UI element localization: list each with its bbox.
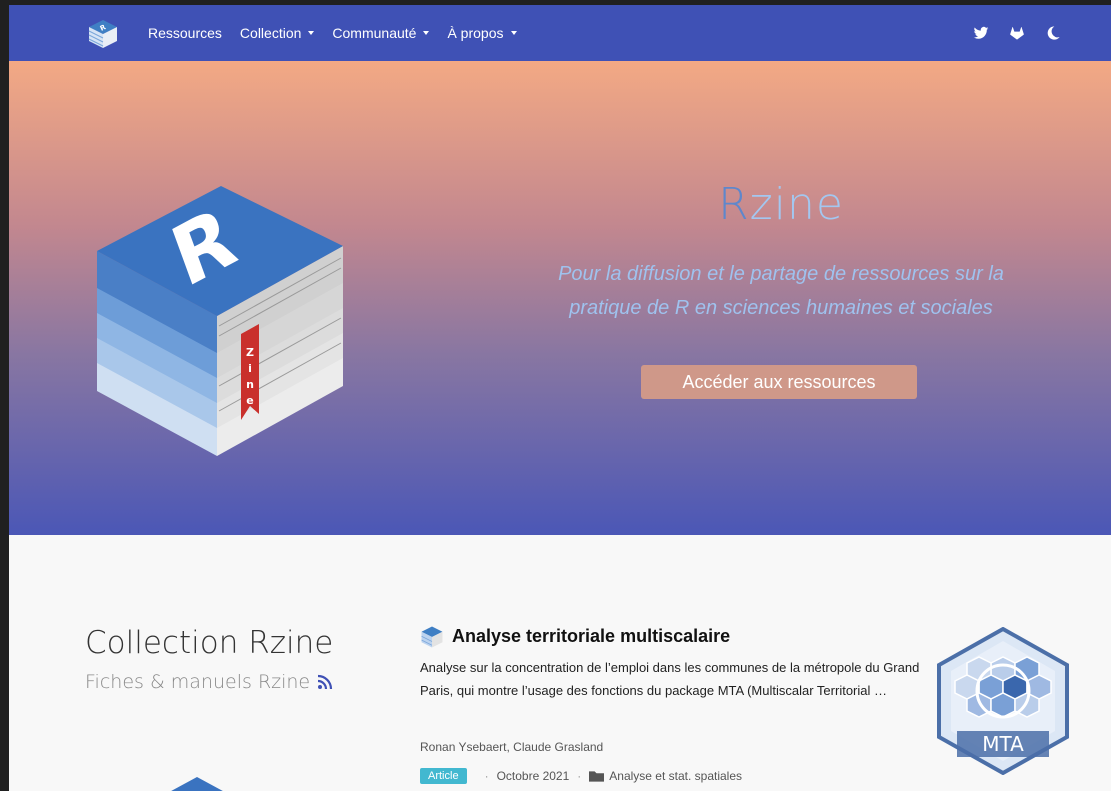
article-summary: Analyse sur la concentration de l’emploi…: [420, 660, 920, 698]
mta-package-thumbnail[interactable]: MTA MTA: [937, 627, 1069, 775]
twitter-icon[interactable]: [973, 25, 989, 41]
article-title-link[interactable]: Analyse territoriale multiscalaire: [452, 626, 730, 647]
hero-title-r: R: [718, 179, 750, 230]
rss-icon[interactable]: [317, 674, 333, 690]
rzine-book-stack-logo: R Z i n e: [97, 186, 343, 456]
hero-section: R Z i n e Rzine Pour la diffusion et le …: [9, 61, 1111, 535]
article-type-badge[interactable]: Article: [420, 768, 467, 784]
folder-icon: [589, 771, 605, 782]
collection-subtitle: Fiches & manuels Rzine: [85, 671, 333, 693]
navbar: R Ressources Collection Communauté À pro…: [9, 5, 1111, 61]
mta-label-text: MTA: [982, 732, 1024, 756]
nav-collection-label: Collection: [239, 25, 302, 41]
moon-icon[interactable]: [1045, 25, 1061, 41]
hero-subtitle-line1: Pour la diffusion et le partage de resso…: [558, 263, 1004, 285]
chevron-down-icon: [423, 31, 430, 35]
nav-collection-dropdown[interactable]: Collection: [239, 25, 315, 41]
chevron-down-icon: [308, 31, 315, 35]
meta-separator: ·: [577, 769, 582, 783]
collection-logo-partial: [171, 777, 223, 791]
page: R Ressources Collection Communauté À pro…: [9, 5, 1111, 791]
nav-apropos-label: À propos: [447, 25, 504, 41]
nav-icons: [973, 5, 1061, 61]
meta-separator: ·: [484, 769, 489, 783]
collection-subtitle-text: Fiches & manuels Rzine: [85, 671, 311, 693]
svg-text:n: n: [246, 378, 254, 391]
nav-links: Ressources Collection Communauté À propo…: [148, 5, 535, 61]
nav-ressources-label: Ressources: [148, 25, 222, 41]
svg-text:i: i: [248, 362, 252, 375]
nav-communaute-label: Communauté: [332, 25, 417, 41]
rzine-small-icon: [421, 626, 443, 648]
article-meta: Article · Octobre 2021 · Analyse et stat…: [420, 768, 742, 784]
nav-communaute-dropdown[interactable]: Communauté: [332, 25, 430, 41]
article-authors: Ronan Ysebaert, Claude Grasland: [420, 740, 604, 754]
rzine-logo-icon[interactable]: R: [87, 18, 119, 50]
hero-subtitle-line2: pratique de R en sciences humaines et so…: [569, 297, 993, 319]
article-category-link[interactable]: Analyse et stat. spatiales: [609, 769, 742, 783]
hero-title-rest: zine: [749, 179, 844, 230]
svg-text:e: e: [246, 394, 253, 407]
gitlab-icon[interactable]: [1009, 25, 1025, 41]
hero-subtitle: Pour la diffusion et le partage de resso…: [531, 257, 1031, 325]
svg-text:Z: Z: [246, 346, 254, 359]
collection-title: Collection Rzine: [85, 625, 334, 661]
access-resources-button[interactable]: Accéder aux ressources: [641, 365, 917, 399]
article-date: Octobre 2021: [496, 769, 570, 783]
hero-title: Rzine: [531, 179, 1031, 230]
chevron-down-icon: [510, 31, 517, 35]
nav-ressources[interactable]: Ressources: [148, 25, 222, 41]
nav-apropos-dropdown[interactable]: À propos: [447, 25, 517, 41]
